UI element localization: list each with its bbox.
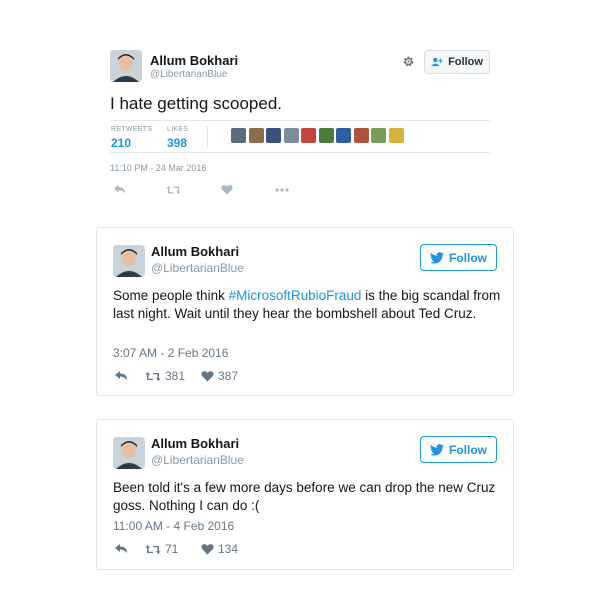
embedded-tweet: Allum Bokhari @LibertarianBlue Follow Be… [96,419,514,570]
liker-avatar[interactable] [231,128,246,143]
retweet-action[interactable]: 381 [145,369,185,383]
retweet-icon [145,371,161,381]
reply-icon [115,371,127,380]
like-action[interactable]: 387 [201,369,238,383]
hashtag-link[interactable]: #MicrosoftRubioFraud [229,288,362,303]
tweet-text: Been told it's a few more days before we… [113,480,496,513]
author-handle[interactable]: @LibertarianBlue [151,453,244,467]
follow-label: Follow [449,250,487,265]
like-icon [201,544,214,555]
follow-button[interactable]: Follow [420,436,497,463]
likes-label: LIKES [167,126,189,133]
divider [110,152,490,153]
tweet-timestamp[interactable]: 11:00 AM - 4 Feb 2016 [113,519,234,533]
likes-count[interactable]: 398 [167,136,187,150]
liker-avatar[interactable] [266,128,281,143]
retweets-count[interactable]: 210 [111,136,131,150]
retweet-action[interactable]: 71 [145,542,178,556]
retweet-icon [145,544,161,554]
tweet-text: I hate getting scooped. [110,94,283,113]
liker-avatar[interactable] [248,128,264,143]
like-icon [201,371,214,382]
follow-button[interactable]: Follow [420,244,497,271]
liker-avatar[interactable] [301,128,316,143]
author-name[interactable]: Allum Bokhari [151,436,239,451]
reply-action[interactable] [114,370,128,382]
reply-action[interactable] [114,543,128,555]
tweet-text-part: Some people think [113,288,229,303]
twitter-bird-icon [430,251,444,264]
avatar[interactable] [113,245,145,277]
follow-label: Follow [449,442,487,457]
liker-avatar[interactable] [318,128,334,143]
tweet-timestamp[interactable]: 3:07 AM - 2 Feb 2016 [113,346,228,360]
embedded-tweet: Allum Bokhari @LibertarianBlue Follow So… [96,227,514,396]
author-name[interactable]: Allum Bokhari [150,53,238,68]
reply-icon [115,544,127,553]
author-handle[interactable]: @LibertarianBlue [150,69,227,80]
add-user-icon [431,57,443,67]
like-count: 387 [218,369,239,383]
twitter-bird-icon [430,443,444,456]
liker-avatar[interactable] [336,128,351,143]
like-icon[interactable] [221,184,233,195]
retweet-count: 381 [165,369,186,383]
more-icon[interactable] [275,188,289,192]
retweet-count: 71 [165,542,179,556]
divider [207,126,208,148]
liker-avatar[interactable] [388,128,404,143]
follow-label: Follow [448,56,483,68]
liker-avatar[interactable] [371,128,386,143]
reply-icon[interactable] [113,184,126,195]
liker-avatar[interactable] [283,128,299,143]
tweet-text: Some people think #MicrosoftRubioFraud i… [113,287,501,323]
gear-icon[interactable] [402,55,415,68]
like-action[interactable]: 134 [201,542,238,556]
follow-button[interactable]: Follow [424,50,490,74]
liker-avatar[interactable] [353,128,369,143]
tweet-timestamp[interactable]: 11:10 PM - 24 Mar 2016 [110,163,206,173]
like-count: 134 [218,542,239,556]
retweets-label: RETWEETS [111,126,153,133]
avatar[interactable] [110,50,142,82]
author-handle[interactable]: @LibertarianBlue [151,261,244,275]
divider [110,120,490,121]
author-name[interactable]: Allum Bokhari [151,244,239,259]
avatar[interactable] [113,437,145,469]
retweet-icon[interactable] [166,185,181,195]
